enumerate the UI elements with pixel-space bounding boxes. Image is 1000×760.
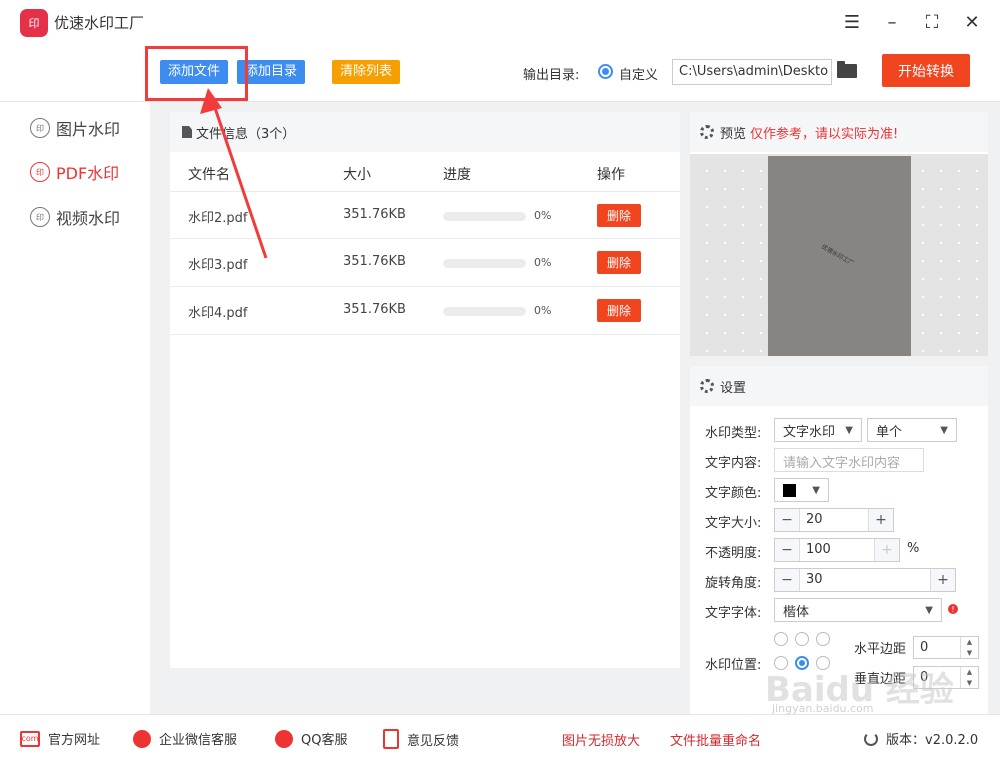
baidu-watermark-url: jingyan.baidu.com	[772, 702, 874, 715]
arrow-shaft	[211, 101, 268, 259]
annotation-arrow	[200, 88, 268, 259]
arrow-head	[200, 88, 222, 114]
